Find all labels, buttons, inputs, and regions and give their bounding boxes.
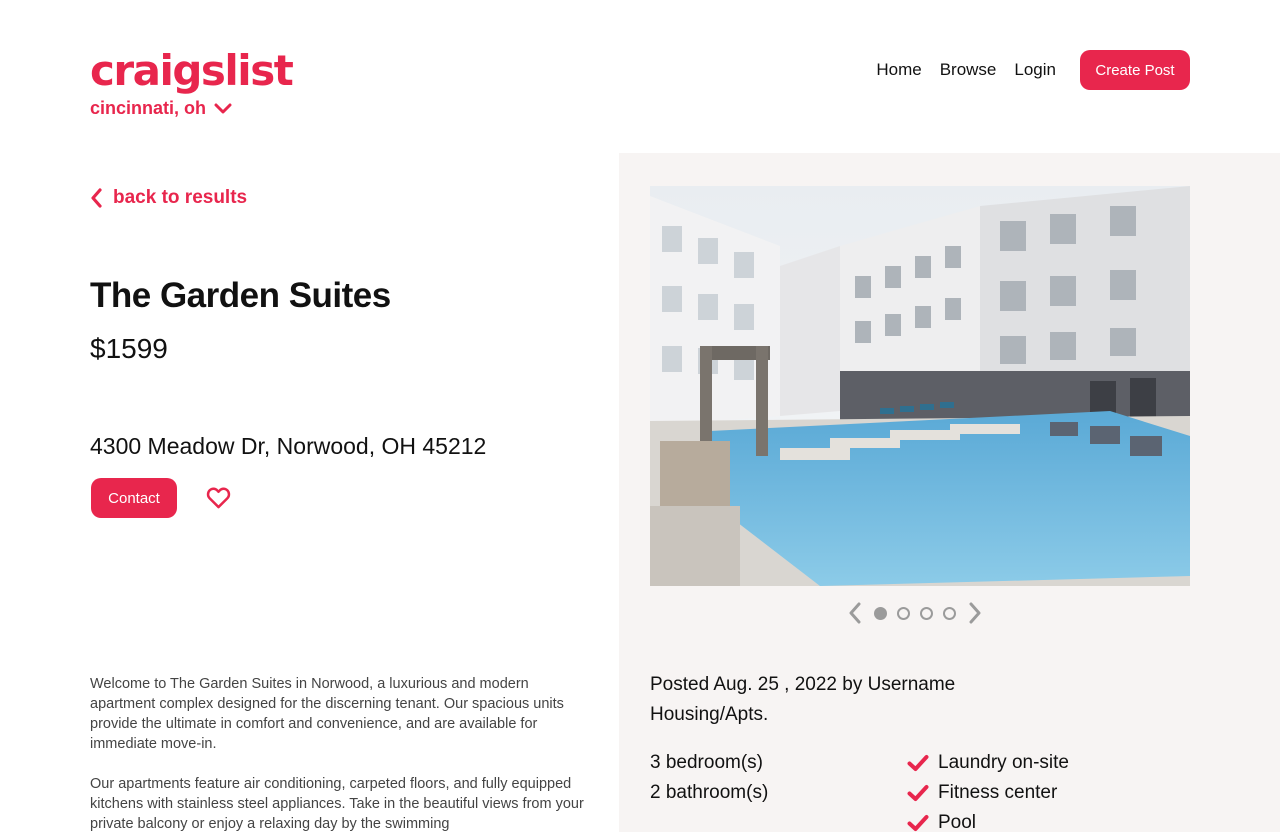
image-carousel-controls xyxy=(848,602,982,624)
carousel-dots xyxy=(874,606,956,620)
amenity-label: Laundry on-site xyxy=(938,752,1069,773)
carousel-dot[interactable] xyxy=(874,606,887,620)
checkmark-icon xyxy=(907,785,929,801)
unit-specs: 3 bedroom(s) 2 bathroom(s) xyxy=(650,748,768,808)
craigslist-logo[interactable]: craigslist xyxy=(90,46,294,96)
brand: craigslist cincinnati, oh xyxy=(90,46,294,119)
carousel-dot[interactable] xyxy=(920,606,933,620)
chevron-left-icon xyxy=(91,188,102,208)
nav-login[interactable]: Login xyxy=(1014,60,1056,80)
chevron-left-icon[interactable] xyxy=(848,602,862,624)
nav-home[interactable]: Home xyxy=(876,60,921,80)
contact-button[interactable]: Contact xyxy=(91,478,177,518)
create-post-button[interactable]: Create Post xyxy=(1080,50,1190,90)
listing-price: $1599 xyxy=(90,333,168,364)
top-nav: Home Browse Login Create Post xyxy=(876,50,1190,90)
category-label: Housing/Apts. xyxy=(650,704,769,725)
amenity-item: Pool xyxy=(907,808,1069,832)
amenities-list: Laundry on-site Fitness center Pool xyxy=(907,748,1069,832)
carousel-dot[interactable] xyxy=(943,606,956,620)
city-label: cincinnati, oh xyxy=(90,98,207,118)
description-paragraph: Our apartments feature air conditioning,… xyxy=(90,776,584,832)
checkmark-icon xyxy=(907,815,929,831)
back-to-results-link[interactable]: back to results xyxy=(90,187,247,209)
posted-info: Posted Aug. 25 , 2022 by Username xyxy=(650,674,956,695)
nav-browse[interactable]: Browse xyxy=(940,60,997,80)
amenity-item: Laundry on-site xyxy=(907,748,1069,778)
listing-title: The Garden Suites xyxy=(90,276,391,315)
amenity-label: Pool xyxy=(938,812,977,832)
chevron-down-icon xyxy=(214,103,232,113)
listing-description: Welcome to The Garden Suites in Norwood,… xyxy=(90,674,590,832)
amenity-label: Fitness center xyxy=(938,782,1058,803)
description-paragraph: Welcome to The Garden Suites in Norwood,… xyxy=(90,676,564,752)
carousel-dot[interactable] xyxy=(897,606,910,620)
checkmark-icon xyxy=(907,755,929,771)
pool-apartment-image xyxy=(650,186,1190,586)
post-meta: Posted Aug. 25 , 2022 by Username Housin… xyxy=(650,670,955,730)
listing-photo[interactable] xyxy=(650,186,1190,586)
amenity-item: Fitness center xyxy=(907,778,1069,808)
heart-icon[interactable] xyxy=(205,484,232,511)
back-label: back to results xyxy=(113,187,248,208)
spec-bedrooms: 3 bedroom(s) xyxy=(650,752,763,773)
city-selector[interactable]: cincinnati, oh xyxy=(90,98,292,119)
listing-address: 4300 Meadow Dr, Norwood, OH 45212 xyxy=(90,433,487,459)
chevron-right-icon[interactable] xyxy=(968,602,982,624)
spec-bathrooms: 2 bathroom(s) xyxy=(650,782,769,803)
